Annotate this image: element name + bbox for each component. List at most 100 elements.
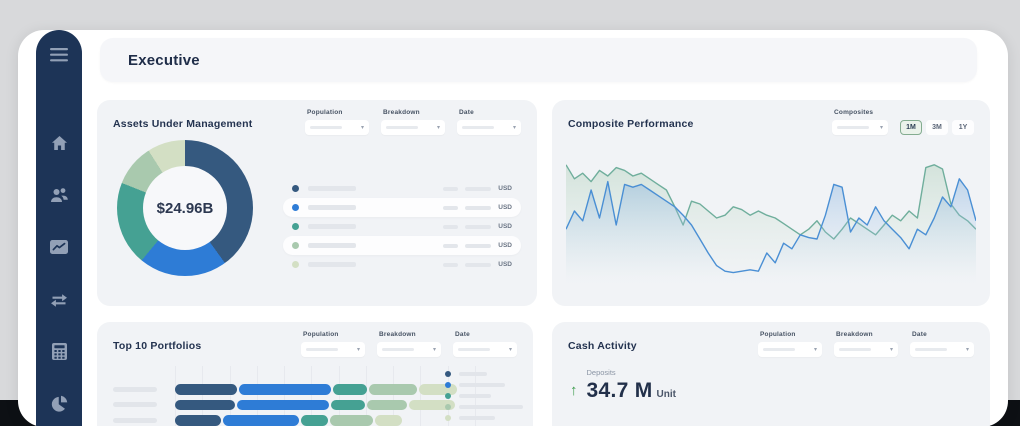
cash-filters: Population ▾ Breakdown ▾ Date ▾	[758, 331, 974, 357]
date-select[interactable]: ▾	[910, 342, 974, 357]
aum-legend: USDUSDUSDUSDUSD	[283, 179, 521, 274]
legend-dot	[445, 415, 451, 421]
chevron-down-icon: ▾	[361, 125, 364, 131]
value-placeholder	[465, 187, 491, 191]
row-label-placeholder	[113, 387, 157, 392]
filter-label: Breakdown	[834, 331, 898, 338]
value-placeholder	[465, 263, 491, 267]
population-select[interactable]: ▾	[758, 342, 822, 357]
top10-filters: Population ▾ Breakdown ▾ Date ▾	[301, 331, 517, 357]
bar-segment	[237, 400, 329, 411]
filter-label: Composites	[832, 109, 888, 116]
legend-placeholder	[308, 205, 356, 210]
cash-card-title: Cash Activity	[568, 340, 637, 352]
range-button-1m[interactable]: 1M	[900, 120, 922, 135]
filter-breakdown: Breakdown ▾	[381, 109, 445, 135]
composite-chart	[566, 140, 976, 292]
select-placeholder	[382, 348, 414, 352]
breakdown-select[interactable]: ▾	[834, 342, 898, 357]
legend-placeholder	[459, 383, 505, 387]
range-button-1y[interactable]: 1Y	[952, 120, 974, 135]
legend-row	[445, 368, 523, 379]
deposits-kpi: ↑ Deposits 34.7 M Unit	[570, 368, 676, 403]
select-placeholder	[839, 348, 871, 352]
chevron-down-icon: ▾	[513, 125, 516, 131]
bar-segment	[223, 415, 299, 426]
legend-placeholder	[459, 394, 491, 398]
clients-icon[interactable]	[44, 184, 74, 206]
allocation-icon[interactable]	[44, 392, 74, 414]
sidebar-items	[36, 132, 82, 426]
value-placeholder	[443, 206, 458, 210]
chevron-down-icon: ▾	[357, 347, 360, 353]
currency-label: USD	[498, 242, 512, 249]
select-placeholder	[837, 126, 869, 130]
bar-segment	[331, 400, 365, 411]
filter-label: Date	[453, 331, 517, 338]
top10-card-title: Top 10 Portfolios	[113, 340, 201, 352]
currency-label: USD	[498, 261, 512, 268]
filter-label: Date	[457, 109, 521, 116]
calculator-icon[interactable]	[44, 340, 74, 362]
select-placeholder	[462, 126, 494, 130]
breakdown-select[interactable]: ▾	[381, 120, 445, 135]
aum-card: Assets Under Management Population ▾ Bre…	[97, 100, 537, 306]
portfolio-row	[113, 400, 453, 411]
legend-placeholder	[459, 405, 523, 409]
select-placeholder	[310, 126, 342, 130]
composites-select[interactable]: ▾	[832, 120, 888, 135]
portfolio-row	[113, 415, 453, 426]
population-select[interactable]: ▾	[305, 120, 369, 135]
performance-icon[interactable]	[44, 236, 74, 258]
legend-placeholder	[459, 416, 495, 420]
app-window: Executive Assets Under Management Popula…	[18, 30, 1008, 426]
aum-card-title: Assets Under Management	[113, 118, 252, 130]
value-placeholder	[443, 225, 458, 229]
deposits-label: Deposits	[587, 368, 676, 377]
filter-population: Population ▾	[305, 109, 369, 135]
top10-card: Top 10 Portfolios Population ▾ Breakdown…	[97, 322, 533, 426]
transfers-icon[interactable]	[44, 288, 74, 310]
value-placeholder	[443, 263, 458, 267]
value-placeholder	[443, 187, 458, 191]
legend-placeholder	[308, 186, 356, 191]
range-button-3m[interactable]: 3M	[926, 120, 948, 135]
breakdown-select[interactable]: ▾	[377, 342, 441, 357]
menu-icon[interactable]	[44, 44, 74, 66]
filter-label: Breakdown	[377, 331, 441, 338]
filter-label: Population	[301, 331, 365, 338]
filter-breakdown: Breakdown ▾	[377, 331, 441, 357]
home-icon[interactable]	[44, 132, 74, 154]
composite-filters: Composites ▾ 1M 3M 1Y	[832, 109, 974, 135]
top10-rows	[113, 384, 453, 426]
select-placeholder	[458, 348, 490, 352]
filter-label: Date	[910, 331, 974, 338]
legend-dot	[445, 393, 451, 399]
deposits-value: 34.7 M	[587, 379, 653, 403]
population-select[interactable]: ▾	[301, 342, 365, 357]
deposits-unit: Unit	[657, 389, 676, 400]
aum-legend-row: USD	[283, 236, 521, 255]
date-select[interactable]: ▾	[457, 120, 521, 135]
composite-card-title: Composite Performance	[568, 118, 694, 130]
legend-dot	[445, 382, 451, 388]
cash-card: Cash Activity Population ▾ Breakdown ▾ D…	[552, 322, 990, 426]
bar-segment	[369, 384, 417, 395]
aum-filters: Population ▾ Breakdown ▾ Date ▾	[305, 109, 521, 135]
currency-label: USD	[498, 204, 512, 211]
bar-segment	[239, 384, 331, 395]
select-placeholder	[915, 348, 947, 352]
bar-segment	[301, 415, 328, 426]
filter-date: Date ▾	[910, 331, 974, 357]
filter-composites: Composites ▾	[832, 109, 888, 135]
aum-donut-hole: $24.96B	[143, 166, 227, 250]
arrow-up-icon: ↑	[570, 382, 578, 403]
bar-segment	[330, 415, 373, 426]
legend-dot	[292, 204, 299, 211]
bar-segment	[333, 384, 367, 395]
filter-population: Population ▾	[301, 331, 365, 357]
value-placeholder	[465, 225, 491, 229]
bar-segment	[367, 400, 407, 411]
portfolio-row	[113, 384, 453, 395]
date-select[interactable]: ▾	[453, 342, 517, 357]
